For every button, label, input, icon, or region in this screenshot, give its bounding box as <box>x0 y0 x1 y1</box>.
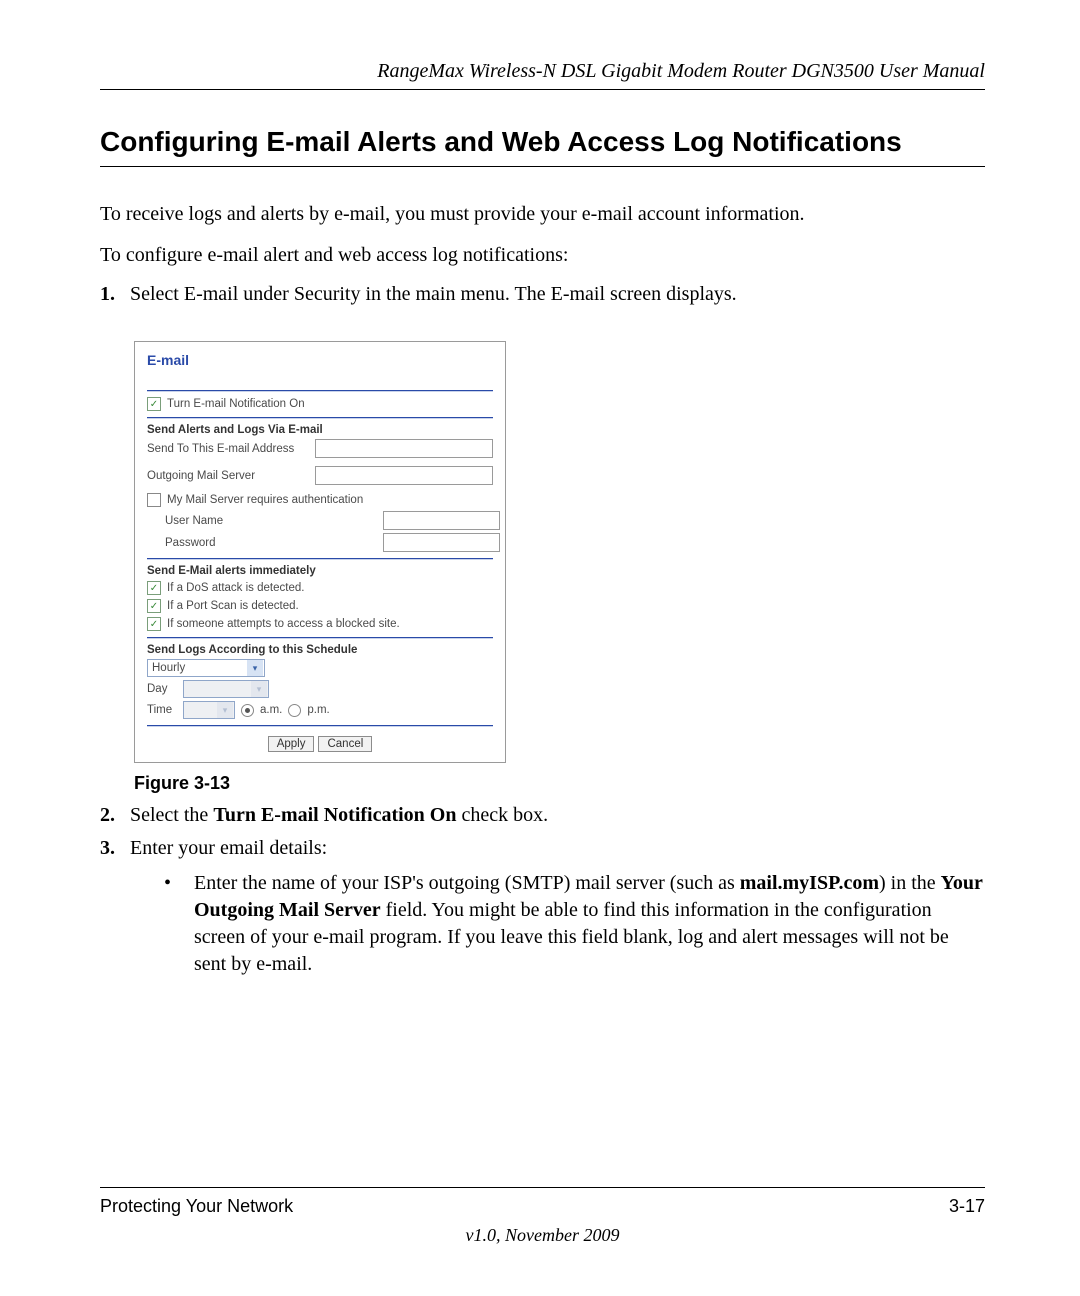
turn-on-checkbox[interactable]: ✓ <box>147 397 161 411</box>
chevron-down-icon: ▾ <box>217 702 233 718</box>
router-email-panel: E-mail ✓ Turn E-mail Notification On Sen… <box>134 341 506 763</box>
step-1: 1. Select E-mail under Security in the m… <box>100 283 985 306</box>
step-2-number: 2. <box>100 804 130 827</box>
running-head: RangeMax Wireless-N DSL Gigabit Modem Ro… <box>100 60 985 90</box>
username-label: User Name <box>147 515 383 527</box>
portscan-label: If a Port Scan is detected. <box>167 600 299 612</box>
divider <box>147 637 493 638</box>
chevron-down-icon: ▾ <box>247 660 263 676</box>
password-label: Password <box>147 537 383 549</box>
bullet-1-text: Enter the name of your ISP's outgoing (S… <box>194 870 985 978</box>
blocked-checkbox[interactable]: ✓ <box>147 617 161 631</box>
day-label: Day <box>147 683 177 695</box>
section-send-alerts: Send Alerts and Logs Via E-mail <box>147 424 493 436</box>
pm-radio[interactable] <box>288 704 301 717</box>
bullet-marker: • <box>164 870 194 978</box>
intro-paragraph-2: To configure e-mail alert and web access… <box>100 242 985 269</box>
portscan-checkbox[interactable]: ✓ <box>147 599 161 613</box>
step-3: 3. Enter your email details: <box>100 837 985 860</box>
outgoing-server-input[interactable] <box>315 466 493 485</box>
divider <box>147 558 493 559</box>
divider <box>147 390 493 391</box>
step-2: 2. Select the Turn E-mail Notification O… <box>100 804 985 827</box>
step-3-text: Enter your email details: <box>130 837 985 860</box>
step-3-number: 3. <box>100 837 130 860</box>
day-select[interactable]: ▾ <box>183 680 269 698</box>
footer-left: Protecting Your Network <box>100 1196 293 1217</box>
time-label: Time <box>147 704 177 716</box>
outgoing-server-label: Outgoing Mail Server <box>147 470 315 482</box>
step-2-text: Select the Turn E-mail Notification On c… <box>130 804 985 827</box>
schedule-select[interactable]: Hourly ▾ <box>147 659 265 677</box>
am-radio[interactable] <box>241 704 254 717</box>
am-label: a.m. <box>260 704 282 716</box>
auth-checkbox[interactable]: ✓ <box>147 493 161 507</box>
page-footer: Protecting Your Network 3-17 v1.0, Novem… <box>100 1187 985 1246</box>
section-schedule: Send Logs According to this Schedule <box>147 644 493 656</box>
turn-on-row: ✓ Turn E-mail Notification On <box>147 397 493 411</box>
step-1-number: 1. <box>100 283 130 306</box>
time-select[interactable]: ▾ <box>183 701 235 719</box>
panel-title: E-mail <box>147 352 493 368</box>
footer-version: v1.0, November 2009 <box>100 1225 985 1246</box>
intro-paragraph-1: To receive logs and alerts by e-mail, yo… <box>100 201 985 228</box>
dos-checkbox[interactable]: ✓ <box>147 581 161 595</box>
divider <box>147 417 493 418</box>
email-address-label: Send To This E-mail Address <box>147 443 315 455</box>
apply-button[interactable]: Apply <box>268 736 315 752</box>
page-title: Configuring E-mail Alerts and Web Access… <box>100 126 985 167</box>
blocked-label: If someone attempts to access a blocked … <box>167 618 400 630</box>
email-address-input[interactable] <box>315 439 493 458</box>
chevron-down-icon: ▾ <box>251 681 267 697</box>
schedule-value: Hourly <box>152 662 185 674</box>
username-input[interactable] <box>383 511 500 530</box>
figure-3-13: E-mail ✓ Turn E-mail Notification On Sen… <box>134 341 985 763</box>
step-1-text: Select E-mail under Security in the main… <box>130 283 985 306</box>
dos-label: If a DoS attack is detected. <box>167 582 304 594</box>
auth-label: My Mail Server requires authentication <box>167 494 363 506</box>
pm-label: p.m. <box>307 704 329 716</box>
bullet-1: • Enter the name of your ISP's outgoing … <box>164 870 985 978</box>
password-input[interactable] <box>383 533 500 552</box>
cancel-button[interactable]: Cancel <box>318 736 372 752</box>
figure-caption: Figure 3-13 <box>134 773 985 794</box>
section-immediate: Send E-Mail alerts immediately <box>147 565 493 577</box>
footer-right: 3-17 <box>949 1196 985 1217</box>
turn-on-label: Turn E-mail Notification On <box>167 398 305 410</box>
divider <box>147 725 493 726</box>
